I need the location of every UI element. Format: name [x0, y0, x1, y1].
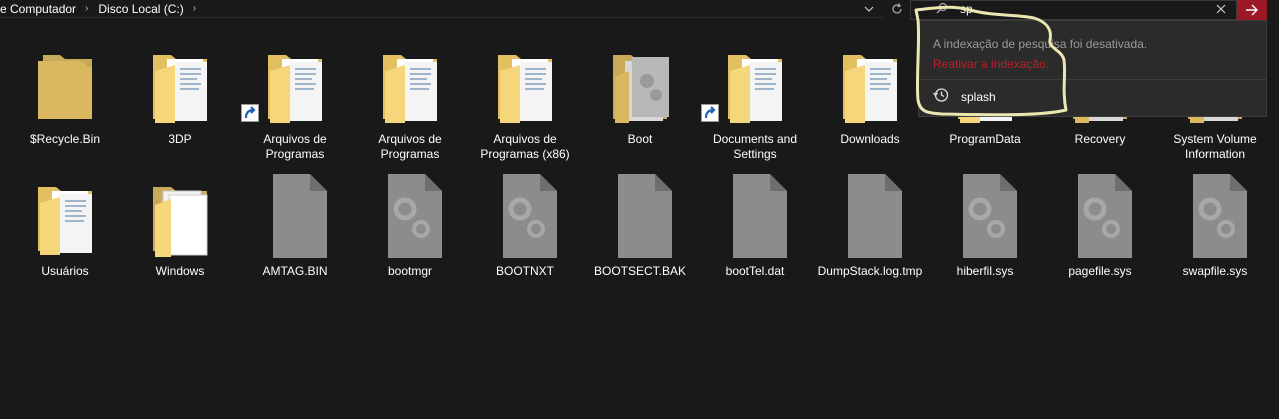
dropdown-divider [919, 79, 1266, 80]
system-file-icon [1045, 169, 1155, 259]
grid-item-boot[interactable]: Boot [585, 37, 695, 167]
shortcut-arrow-icon [241, 104, 259, 122]
folder-docs-icon [10, 169, 120, 259]
grid-item-recycle-bin[interactable]: $Recycle.Bin [10, 37, 120, 167]
folder-docs-icon [355, 37, 465, 127]
item-label: Arquivos de Programas [378, 132, 442, 161]
grid-item-arquivos-de-programas-x86[interactable]: Arquivos de Programas (x86) [470, 37, 580, 167]
item-label: Recovery [1074, 132, 1126, 146]
breadcrumb-chevron-icon[interactable]: › [193, 3, 196, 14]
item-label: 3DP [168, 132, 192, 146]
folder-system-icon [585, 37, 695, 127]
breadcrumb-item-local-disk[interactable]: Disco Local (C:) [98, 2, 183, 16]
item-label: Arquivos de Programas [263, 132, 327, 161]
search-icon [936, 2, 950, 16]
file-icon [585, 169, 695, 259]
item-label: System Volume Information [1173, 132, 1257, 161]
grid-item-dumpstack-log-tmp[interactable]: DumpStack.log.tmp [815, 169, 925, 299]
grid-item-swapfile-sys[interactable]: swapfile.sys [1160, 169, 1270, 299]
shortcut-arrow-icon [701, 104, 719, 122]
item-label: Arquivos de Programas (x86) [480, 132, 570, 161]
grid-item-3dp[interactable]: 3DP [125, 37, 235, 167]
system-file-icon [930, 169, 1040, 259]
refresh-icon[interactable] [887, 0, 907, 18]
item-label: bootTel.dat [725, 264, 785, 278]
item-label: AMTAG.BIN [262, 264, 328, 278]
search-suggestions-dropdown: A indexação de pesquisa foi desativada. … [918, 20, 1267, 117]
file-icon [815, 169, 925, 259]
item-label: ProgramData [949, 132, 1021, 146]
grid-item-windows[interactable]: Windows [125, 169, 235, 299]
address-bar[interactable]: e Computador › Disco Local (C:) › [0, 0, 883, 18]
folder-empty-icon [10, 37, 120, 127]
grid-item-amtag-bin[interactable]: AMTAG.BIN [240, 169, 350, 299]
grid-item-bootsect-bak[interactable]: BOOTSECT.BAK [585, 169, 695, 299]
grid-item-arquivos-de-programas[interactable]: Arquivos de Programas [240, 37, 350, 167]
grid-item-boottel-dat[interactable]: bootTel.dat [700, 169, 810, 299]
item-label: Documents and Settings [712, 132, 798, 161]
item-label: DumpStack.log.tmp [817, 264, 923, 278]
address-bar-container: e Computador › Disco Local (C:) › sp [0, 0, 1279, 20]
item-label: $Recycle.Bin [29, 132, 101, 146]
breadcrumb-item-computer[interactable]: e Computador [0, 2, 76, 16]
folder-docs-icon [815, 37, 925, 127]
grid-item-arquivos-de-programas[interactable]: Arquivos de Programas [355, 37, 465, 167]
grid-item-hiberfil-sys[interactable]: hiberfil.sys [930, 169, 1040, 299]
item-label: bootmgr [387, 264, 433, 278]
grid-item-downloads[interactable]: Downloads [815, 37, 925, 167]
item-label: Downloads [840, 132, 900, 146]
chevron-down-icon[interactable] [862, 1, 876, 17]
item-label: Usuários [41, 264, 89, 278]
system-file-icon [355, 169, 465, 259]
close-icon[interactable] [1213, 0, 1229, 18]
system-file-icon [470, 169, 580, 259]
folder-docs-icon [125, 37, 235, 127]
grid-item-bootnxt[interactable]: BOOTNXT [470, 169, 580, 299]
item-label: Boot [627, 132, 653, 146]
folder-docs-icon [470, 37, 580, 127]
arrow-right-icon [1246, 4, 1258, 16]
grid-item-usu-rios[interactable]: Usuários [10, 169, 120, 299]
file-icon [240, 169, 350, 259]
reenable-indexing-link[interactable]: Reativar a indexação. [933, 57, 1049, 71]
item-label: pagefile.sys [1068, 264, 1132, 278]
item-label: hiberfil.sys [956, 264, 1014, 278]
search-go-button[interactable] [1237, 0, 1267, 20]
grid-item-documents-and-settings[interactable]: Documents and Settings [700, 37, 810, 167]
search-input[interactable]: sp [960, 2, 973, 16]
item-label: BOOTSECT.BAK [593, 264, 687, 278]
grid-item-pagefile-sys[interactable]: pagefile.sys [1045, 169, 1155, 299]
search-history-item[interactable]: splash [919, 84, 1266, 110]
grid-item-bootmgr[interactable]: bootmgr [355, 169, 465, 299]
file-icon [700, 169, 810, 259]
history-icon [933, 88, 949, 102]
folder-white-icon [125, 169, 235, 259]
search-history-label: splash [961, 90, 996, 104]
item-label: swapfile.sys [1182, 264, 1248, 278]
item-label: Windows [155, 264, 205, 278]
system-file-icon [1160, 169, 1270, 259]
indexing-disabled-message: A indexação de pesquisa foi desativada. [933, 37, 1148, 51]
item-label: BOOTNXT [495, 264, 554, 278]
breadcrumb-separator-icon[interactable]: › [85, 3, 88, 14]
